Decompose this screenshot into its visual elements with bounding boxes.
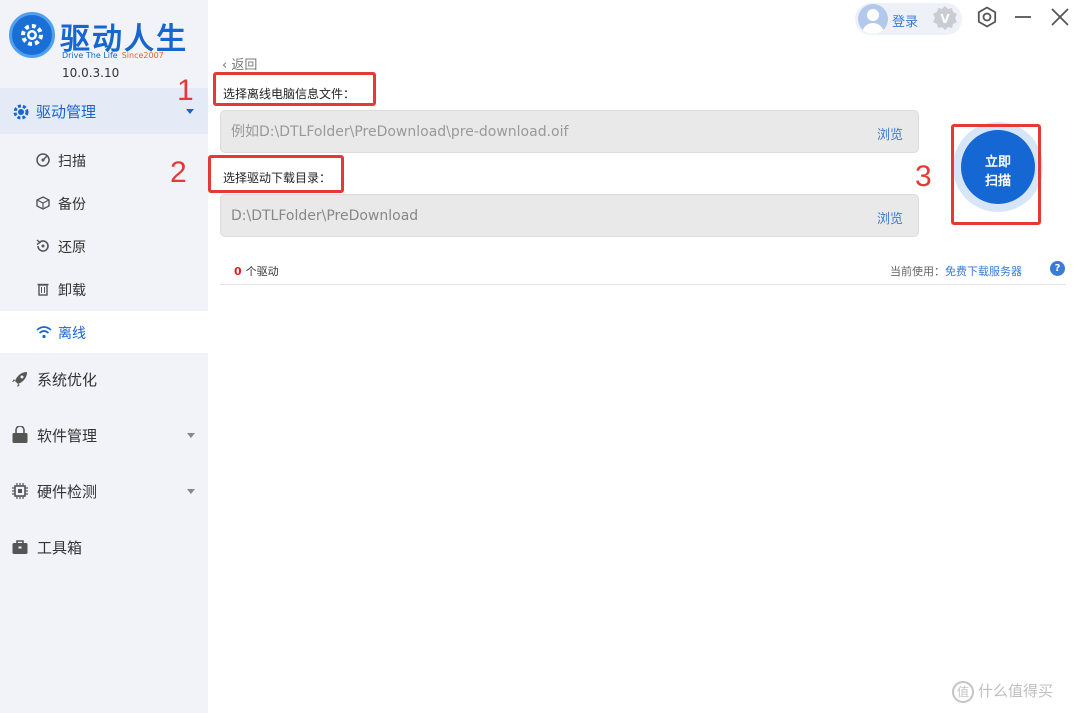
sidebar-subitem-label: 备份 (58, 197, 86, 213)
toolbox-icon (11, 538, 29, 560)
avatar (858, 4, 888, 34)
sidebar-subitem-restore[interactable]: 还原 (0, 225, 208, 267)
sidebar-item-label: 工具箱 (37, 539, 83, 557)
backup-icon (35, 195, 51, 215)
sidebar-subitem-label: 扫描 (58, 154, 86, 170)
settings-icon[interactable] (976, 6, 998, 32)
offline-file-browse-button[interactable]: 浏览 (877, 124, 903, 143)
watermark-mark: 值 (952, 680, 974, 703)
vip-badge-icon[interactable]: V (930, 5, 960, 37)
sidebar-item-label: 硬件检测 (37, 483, 98, 501)
offline-file-input[interactable] (231, 111, 851, 152)
annotation-box-3 (951, 124, 1041, 225)
sidebar-subitem-uninstall[interactable]: 卸载 (0, 268, 208, 310)
app-subtitle-text: Drive The Life (62, 51, 118, 60)
login-label: 登录 (892, 15, 919, 30)
sidebar-item-hardware-detect[interactable]: 硬件检测 (0, 469, 208, 513)
sidebar-item-label: 驱动管理 (36, 103, 97, 121)
chevron-down-icon (187, 489, 195, 494)
restore-icon (35, 238, 51, 258)
divider (220, 284, 1066, 285)
download-dir-input[interactable] (231, 195, 851, 236)
annotation-number-2: 2 (170, 156, 187, 189)
chevron-down-icon (187, 433, 195, 438)
sidebar-subitem-offline[interactable]: 离线 (0, 311, 208, 353)
wifi-icon (35, 324, 53, 344)
offline-file-field: 浏览 (220, 110, 919, 153)
download-dir-field: 浏览 (220, 194, 919, 237)
chip-icon (11, 482, 29, 504)
logo-gear-icon (9, 12, 55, 58)
server-link[interactable]: 免费下载服务器 (945, 265, 1022, 278)
driver-count: 0 个驱动 (234, 263, 279, 279)
app-subtitle: Drive The Life Since2007 (62, 51, 164, 60)
close-icon[interactable] (1049, 6, 1071, 32)
driver-count-unit: 个驱动 (245, 265, 279, 278)
server-info: 当前使用：免费下载服务器 (890, 263, 1022, 279)
rocket-icon (11, 370, 29, 392)
annotation-number-3: 3 (915, 160, 932, 193)
sidebar-item-label: 软件管理 (37, 427, 98, 445)
download-dir-browse-button[interactable]: 浏览 (877, 208, 903, 227)
sidebar-item-toolbox[interactable]: 工具箱 (0, 525, 208, 569)
watermark-text: 什么值得买 (978, 682, 1054, 700)
sidebar-item-software-management[interactable]: 软件管理 (0, 413, 208, 457)
sidebar-subitem-label: 卸载 (58, 283, 86, 299)
app-since: Since2007 (121, 51, 164, 60)
annotation-number-1: 1 (177, 74, 194, 107)
sidebar-item-system-optimize[interactable]: 系统优化 (0, 357, 208, 401)
gear-icon (11, 102, 31, 126)
scan-icon (35, 152, 51, 172)
back-link[interactable]: ‹ 返回 (222, 54, 257, 73)
sidebar-subitem-label: 离线 (58, 326, 86, 342)
store-icon (11, 425, 29, 448)
annotation-box-1 (213, 72, 376, 106)
login-button[interactable]: 登录 V (855, 3, 962, 35)
server-prefix: 当前使用： (890, 265, 945, 278)
help-icon[interactable]: ? (1050, 261, 1065, 276)
chevron-down-icon (186, 109, 194, 114)
minimize-icon[interactable] (1013, 6, 1033, 32)
vip-badge-text: V (940, 12, 950, 26)
driver-count-number: 0 (234, 265, 242, 278)
watermark: 值什么值得买 (952, 680, 1053, 703)
app-version: 10.0.3.10 (62, 66, 120, 80)
sidebar-subitem-label: 还原 (58, 240, 86, 256)
trash-icon (35, 281, 51, 301)
annotation-box-2 (208, 155, 344, 193)
chevron-left-icon: ‹ (222, 58, 232, 73)
back-label: 返回 (231, 58, 258, 73)
sidebar-item-label: 系统优化 (37, 371, 98, 389)
